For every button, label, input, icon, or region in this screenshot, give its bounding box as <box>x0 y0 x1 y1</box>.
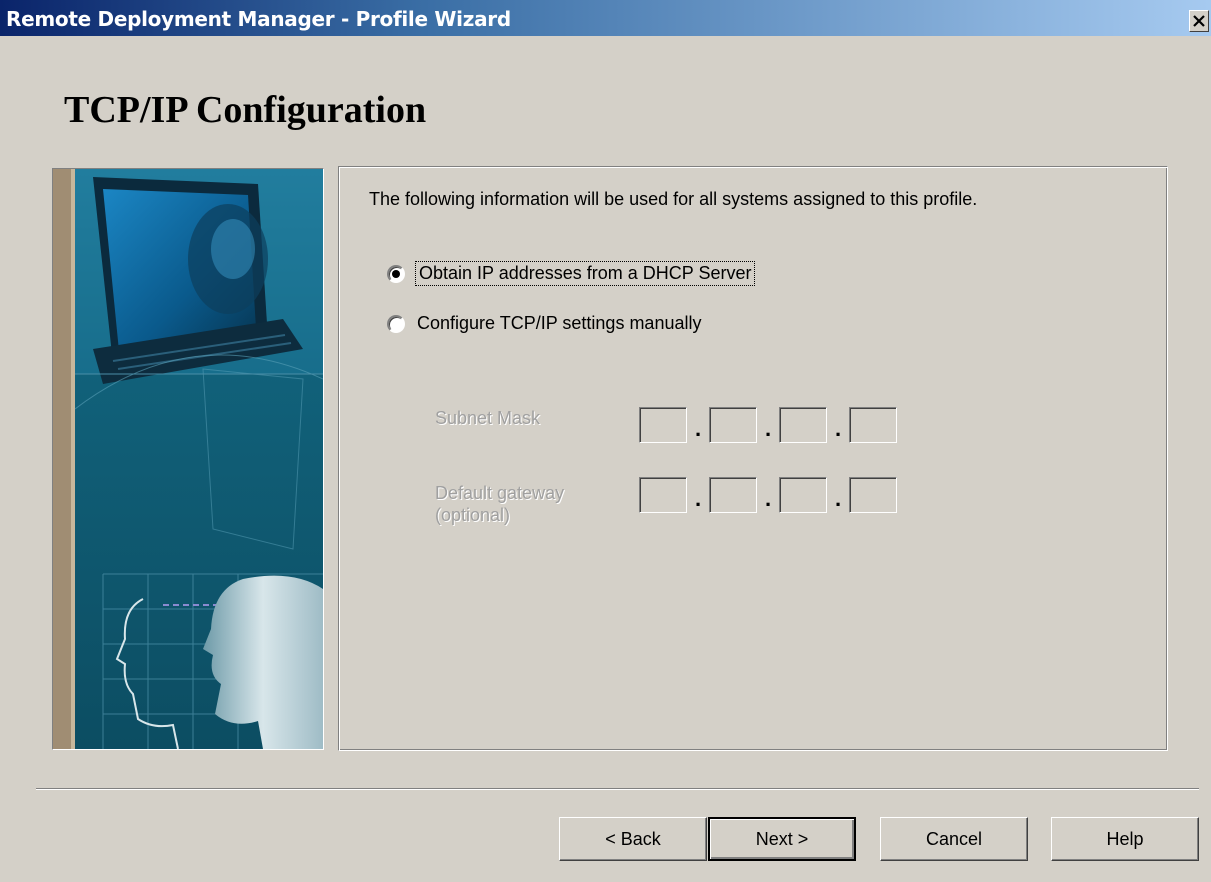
octet-separator: . <box>694 416 702 441</box>
subnet-octet-4 <box>849 407 897 443</box>
subnet-octet-2 <box>709 407 757 443</box>
back-button-label: < Back <box>605 828 661 849</box>
gateway-octet-4 <box>849 477 897 513</box>
cancel-button-label: Cancel <box>925 828 983 849</box>
close-button[interactable] <box>1189 10 1209 32</box>
title-bar: Remote Deployment Manager - Profile Wiza… <box>0 0 1211 36</box>
gateway-octet-3 <box>779 477 827 513</box>
manual-option[interactable]: Configure TCP/IP settings manually <box>387 313 701 334</box>
manual-label[interactable]: Configure TCP/IP settings manually <box>417 313 701 334</box>
close-icon <box>1193 15 1205 27</box>
gateway-octet-1 <box>639 477 687 513</box>
dhcp-radio[interactable] <box>387 264 405 283</box>
page-title: TCP/IP Configuration <box>64 89 427 131</box>
window-title: Remote Deployment Manager - Profile Wiza… <box>6 7 511 31</box>
content-panel: The following information will be used f… <box>338 166 1168 751</box>
default-gateway-field: . . . <box>639 473 897 517</box>
wizard-banner-image <box>52 168 324 750</box>
default-gateway-label: Default gateway (optional) <box>435 482 564 526</box>
dhcp-label[interactable]: Obtain IP addresses from a DHCP Server <box>414 261 756 286</box>
next-button-label: Next > <box>755 828 809 849</box>
octet-separator: . <box>834 486 842 511</box>
subnet-mask-label: Subnet Mask <box>435 408 541 428</box>
info-text: The following information will be used f… <box>369 189 978 209</box>
octet-separator: . <box>764 486 772 511</box>
manual-radio[interactable] <box>387 314 405 333</box>
next-button[interactable]: Next > <box>708 817 856 861</box>
dhcp-option[interactable]: Obtain IP addresses from a DHCP Server <box>387 261 756 286</box>
default-gateway-label-line1: Default gateway <box>435 483 565 503</box>
subnet-octet-3 <box>779 407 827 443</box>
help-button-label: Help <box>1106 828 1144 849</box>
octet-separator: . <box>694 486 702 511</box>
subnet-mask-field: . . . <box>639 403 897 447</box>
default-gateway-label-line2: (optional) <box>435 505 511 525</box>
octet-separator: . <box>764 416 772 441</box>
help-button[interactable]: Help <box>1051 817 1199 861</box>
subnet-octet-1 <box>639 407 687 443</box>
cancel-button[interactable]: Cancel <box>880 817 1028 861</box>
octet-separator: . <box>834 416 842 441</box>
back-button[interactable]: < Back <box>559 817 707 861</box>
footer-divider <box>36 788 1199 790</box>
computer-and-faces-illustration-icon <box>53 169 323 749</box>
gateway-octet-2 <box>709 477 757 513</box>
